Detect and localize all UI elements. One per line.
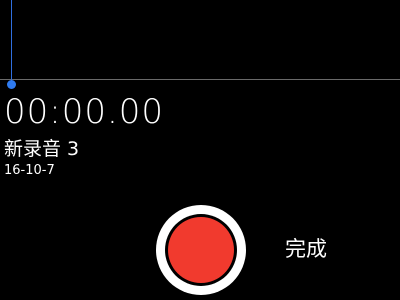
recording-timer: 00:00.00	[4, 92, 165, 132]
recording-title[interactable]: 新录音 3	[4, 138, 79, 160]
waveform-area	[0, 0, 400, 80]
playhead-handle[interactable]	[7, 80, 16, 89]
done-button[interactable]: 完成	[285, 236, 327, 262]
playhead-line[interactable]	[11, 0, 12, 84]
recording-date: 16-10-7	[4, 163, 55, 178]
record-button[interactable]	[156, 205, 246, 295]
waveform-baseline	[0, 79, 400, 80]
record-dot-icon	[168, 217, 234, 283]
record-button-ring	[165, 214, 237, 286]
